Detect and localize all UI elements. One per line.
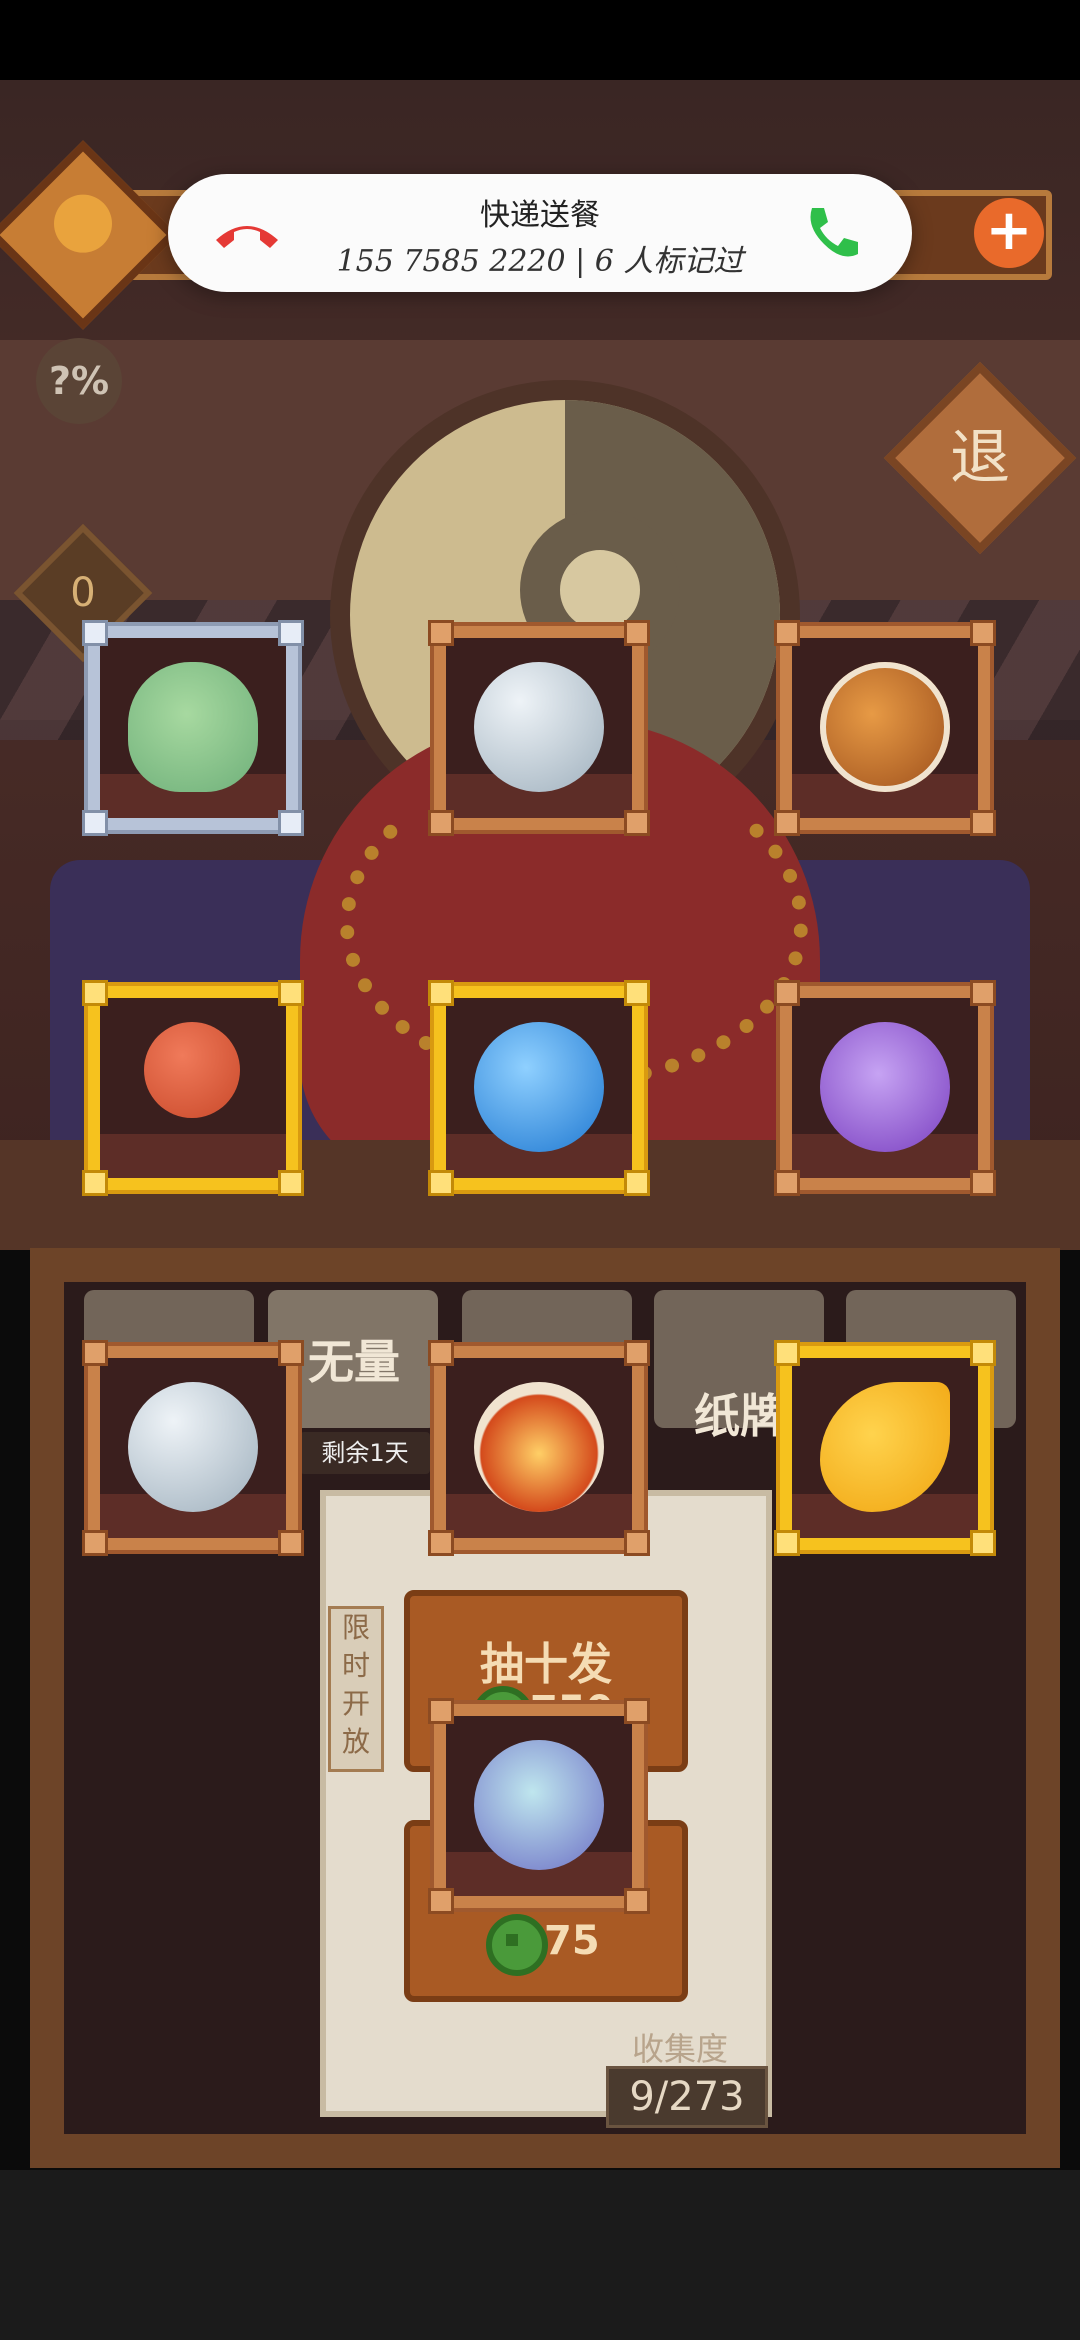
frame-corner — [428, 1888, 454, 1914]
frame-corner — [428, 810, 454, 836]
gold-item-slot[interactable] — [774, 1340, 996, 1556]
frame-corner — [970, 1340, 996, 1366]
frame-corner — [624, 1530, 650, 1556]
tab-zhipai-label: 纸牌 — [694, 1389, 786, 1443]
red-stamp-seal-icon — [144, 1022, 240, 1118]
frame-corner — [82, 1340, 108, 1366]
frame-corner — [624, 1888, 650, 1914]
frame-corner — [970, 810, 996, 836]
purple-eye-amulet-orb-icon — [820, 1022, 950, 1152]
remaining-time-badge: 剩余1天 — [300, 1432, 430, 1474]
green-fish-spirit-icon — [128, 662, 258, 792]
tab-wuliang-label: 无量 — [308, 1335, 400, 1389]
bronze-item-slot[interactable] — [428, 1340, 650, 1556]
cleaver-orb-icon — [128, 1382, 258, 1512]
gold-item-slot[interactable] — [82, 980, 304, 1196]
frame-corner — [624, 1340, 650, 1366]
frame-corner — [624, 1170, 650, 1196]
frame-corner — [428, 1530, 454, 1556]
limited-char-3: 开 — [341, 1687, 370, 1720]
collection-label: 收集度 — [632, 2030, 729, 2068]
panel-frame-bottom — [30, 2134, 1060, 2168]
coin-icon — [486, 1914, 548, 1976]
panel-frame-top — [30, 1248, 1060, 1282]
panel-frame-left — [30, 1248, 64, 2168]
add-currency-button[interactable]: + — [974, 198, 1044, 268]
frame-corner — [428, 1340, 454, 1366]
gold-item-slot[interactable] — [428, 980, 650, 1196]
game-screen: + ?% 0 退 快递送餐 155 7585 2220 | 6 人标记过 无量 … — [0, 0, 1080, 2340]
frame-corner — [82, 810, 108, 836]
bronze-pot-orb-icon — [820, 662, 950, 792]
bronze-item-slot[interactable] — [774, 980, 996, 1196]
frame-corner — [428, 620, 454, 646]
frame-corner — [774, 1530, 800, 1556]
frame-corner — [82, 1170, 108, 1196]
silver-item-slot[interactable] — [82, 620, 304, 836]
frame-corner — [774, 810, 800, 836]
frame-corner — [428, 1170, 454, 1196]
frame-corner — [82, 1530, 108, 1556]
bronze-item-slot[interactable] — [82, 1340, 304, 1556]
incoming-call-banner[interactable]: 快递送餐 155 7585 2220 | 6 人标记过 — [168, 174, 912, 292]
gourd-icon — [54, 194, 112, 253]
frame-corner — [624, 620, 650, 646]
frame-corner — [970, 1530, 996, 1556]
frame-corner — [624, 810, 650, 836]
bronze-item-slot[interactable] — [774, 620, 996, 836]
frame-corner — [774, 980, 800, 1006]
water-drop-orb-icon — [474, 1022, 604, 1152]
frame-corner — [278, 620, 304, 646]
frame-corner — [970, 620, 996, 646]
exit-label: 退 — [950, 423, 1010, 493]
frame-corner — [970, 1170, 996, 1196]
discount-info-button[interactable]: ?% — [36, 338, 122, 424]
frame-corner — [774, 620, 800, 646]
cleaver-orb-icon — [474, 662, 604, 792]
item-shelf — [100, 1134, 286, 1178]
bottom-area — [0, 2170, 1080, 2340]
frame-corner — [624, 980, 650, 1006]
frame-corner — [970, 980, 996, 1006]
frame-corner — [278, 980, 304, 1006]
crystal-cube-orb-icon — [474, 1740, 604, 1870]
frame-corner — [278, 1170, 304, 1196]
panel-frame-right — [1026, 1248, 1060, 2168]
frame-corner — [774, 1340, 800, 1366]
fire-orb-icon — [474, 1382, 604, 1512]
bronze-item-slot[interactable] — [428, 1698, 650, 1914]
frame-corner — [428, 980, 454, 1006]
frame-corner — [624, 1698, 650, 1724]
frame-corner — [278, 810, 304, 836]
bronze-item-slot[interactable] — [428, 620, 650, 836]
limited-char-4: 放 — [341, 1725, 370, 1758]
frame-corner — [774, 1170, 800, 1196]
collection-value: 9/273 — [606, 2066, 768, 2128]
accept-call-icon[interactable] — [798, 200, 864, 266]
limited-time-ribbon: 限 时 开 放 — [328, 1606, 384, 1772]
draw-one-cost: 75 — [544, 1918, 600, 1964]
frame-corner — [82, 980, 108, 1006]
limited-char-1: 限 — [341, 1611, 370, 1644]
status-bar — [0, 0, 1080, 80]
frame-corner — [278, 1530, 304, 1556]
frame-corner — [82, 620, 108, 646]
frame-corner — [278, 1340, 304, 1366]
discount-icon: ?% — [48, 359, 110, 403]
draw-ten-label: 抽十发 — [480, 1639, 612, 1690]
limited-char-2: 时 — [341, 1649, 370, 1682]
frame-corner — [428, 1698, 454, 1724]
